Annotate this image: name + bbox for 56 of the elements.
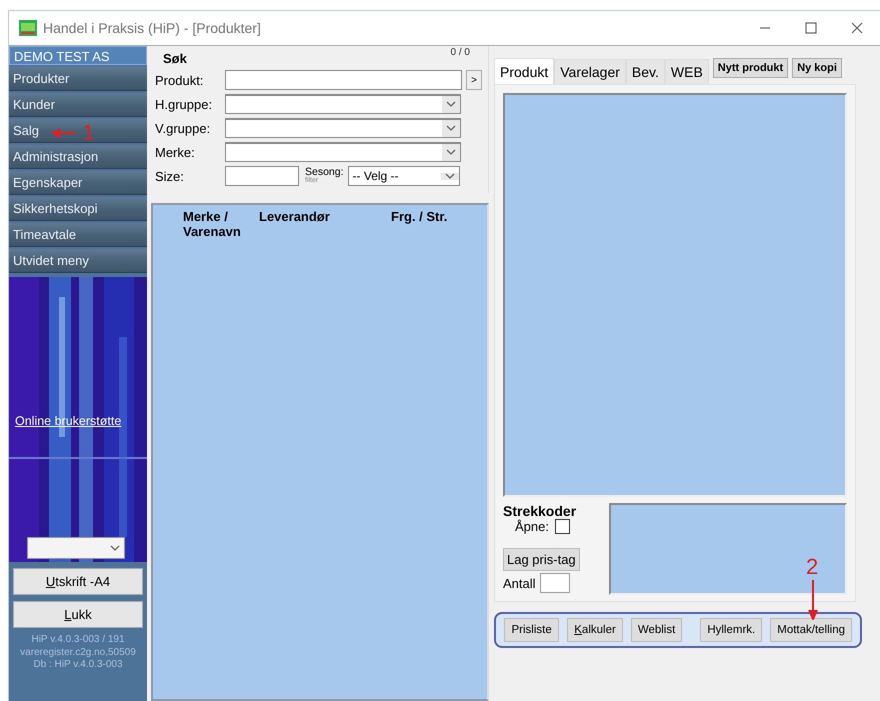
sidebar-button[interactable]: Utskrift -A4 [13, 568, 143, 595]
action-button[interactable]: Hyllemrk. [700, 618, 762, 642]
action-button[interactable]: Weblist [630, 618, 682, 642]
column-header[interactable]: Leverandør [259, 209, 377, 224]
action-button[interactable]: Mottak/telling [770, 618, 852, 642]
result-counter: 0 / 0 [450, 47, 470, 58]
toolbar-button[interactable]: Nytt produkt [712, 58, 788, 78]
input-field[interactable] [225, 166, 299, 186]
menu-item[interactable]: Utvidet meny [9, 249, 147, 273]
combo-box[interactable]: -- Velg -- [348, 166, 460, 186]
window-title: Handel i Praksis (HiP) - [Produkter] [43, 20, 261, 36]
menu-item[interactable]: Sikkerhetskopi [9, 197, 147, 221]
sidebar-button[interactable]: Lukk [13, 601, 143, 628]
combo-box[interactable] [225, 142, 461, 162]
combo-box[interactable] [225, 94, 461, 114]
version-text: Db : HiP v.4.0.3-003 [32, 659, 124, 672]
tab[interactable]: Varelager [554, 59, 626, 84]
action-button[interactable]: Kalkuler [567, 618, 623, 642]
field-label: Sesong: [305, 168, 344, 176]
price-tag-button[interactable]: Lag pris-tag [503, 548, 580, 571]
menu-item[interactable]: Administrasjon [9, 145, 147, 169]
search-button[interactable]: > [466, 70, 482, 90]
field-label: H.gruppe: [155, 96, 214, 112]
combo-box[interactable] [225, 118, 461, 138]
field-label: Antall [503, 576, 536, 590]
field-label: V.gruppe: [155, 120, 212, 136]
menu-item[interactable]: Produkter [9, 67, 147, 91]
app-icon [19, 20, 37, 36]
menu-item[interactable]: Egenskaper [9, 171, 147, 195]
support-link[interactable]: Online brukerstøtte [15, 414, 122, 428]
annotation-arrow [50, 128, 76, 138]
company-name: DEMO TEST AS [9, 46, 147, 65]
version-text: vareregister.c2g.no,50509 [19, 646, 137, 659]
tab[interactable]: Bev. [626, 59, 665, 84]
field-label: Produkt: [155, 72, 204, 88]
tab[interactable]: Produkt [494, 58, 554, 84]
input-field[interactable] [224, 70, 462, 90]
annotation-arrow [808, 580, 818, 620]
version-text: HiP v.4.0.3-003 / 191 [30, 634, 126, 646]
checkbox[interactable] [554, 519, 570, 534]
field-label: Size: [155, 168, 185, 184]
input-field[interactable] [540, 573, 570, 593]
column-header[interactable]: Frg. / Str. [391, 209, 448, 224]
search-group-title: Søk [163, 51, 187, 66]
checkbox-label: Åpne: [515, 519, 549, 534]
annotation-number: 1 [82, 122, 94, 144]
section-title: Strekkoder [503, 503, 578, 519]
column-header[interactable]: Merke / Varenavn [183, 209, 245, 239]
field-label: Merke: [155, 144, 196, 160]
toolbar-button[interactable]: Ny kopi [792, 58, 842, 78]
action-button[interactable]: Prisliste [504, 618, 560, 642]
tab[interactable]: WEB [664, 59, 709, 84]
menu-item[interactable]: Kunder [9, 93, 147, 117]
dropdown[interactable] [27, 537, 125, 559]
menu-item[interactable]: Timeavtale [9, 223, 147, 247]
annotation-number: 2 [806, 556, 818, 578]
